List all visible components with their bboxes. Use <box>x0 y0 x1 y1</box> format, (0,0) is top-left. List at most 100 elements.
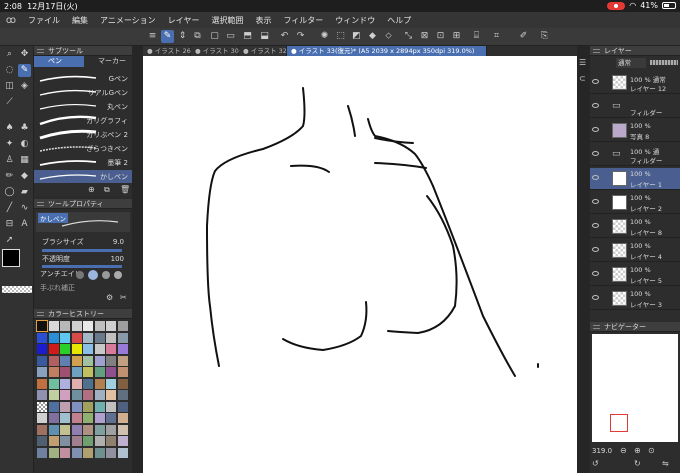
color-swatch[interactable] <box>37 378 47 389</box>
color-swatch[interactable] <box>83 321 93 331</box>
visibility-eye-icon[interactable] <box>592 247 599 252</box>
color-swatch[interactable] <box>48 447 59 458</box>
color-swatch[interactable] <box>106 344 116 354</box>
open-file-icon[interactable]: ▭ <box>224 30 237 43</box>
color-swatch[interactable] <box>37 367 47 377</box>
app-logo-icon[interactable]: ꝏ <box>0 15 22 26</box>
visibility-eye-icon[interactable] <box>592 271 599 276</box>
color-swatch[interactable] <box>117 332 128 343</box>
rotate-right-icon[interactable]: ↻ <box>634 459 641 468</box>
lasso-icon[interactable]: ◌ <box>3 64 16 77</box>
color-swatch[interactable] <box>71 321 82 331</box>
canvas[interactable] <box>143 46 577 473</box>
wrench-icon[interactable]: ✂ <box>120 293 127 302</box>
menu-view[interactable]: 表示 <box>249 15 277 26</box>
tab-marker[interactable]: マーカー <box>84 56 132 67</box>
transform-icon[interactable]: ⤡ <box>402 30 415 43</box>
color-swatch[interactable] <box>83 367 93 377</box>
visibility-eye-icon[interactable] <box>592 199 599 204</box>
color-swatch[interactable] <box>117 401 128 412</box>
line-icon[interactable]: ╱ <box>3 202 16 215</box>
antialias-strong-icon[interactable] <box>114 271 122 279</box>
layer-row[interactable]: 100 % レイヤー 8 <box>590 216 680 238</box>
circle-icon[interactable]: ◯ <box>3 186 16 199</box>
zoom-in-icon[interactable]: ⊕ <box>634 446 641 455</box>
color-swatch[interactable] <box>106 424 116 435</box>
color-swatch[interactable] <box>48 378 59 389</box>
copy-icon[interactable]: ⧉ <box>191 30 204 43</box>
zoom-out-icon[interactable]: ⊖ <box>620 446 627 455</box>
visibility-eye-icon[interactable] <box>592 223 599 228</box>
settings-gear-icon[interactable]: ⚙ <box>106 293 113 302</box>
color-swatch[interactable] <box>83 332 93 343</box>
color-swatch[interactable] <box>117 321 128 331</box>
color-swatch[interactable] <box>37 390 47 400</box>
flip-icon[interactable]: ⇋ <box>662 459 669 468</box>
color-swatch[interactable] <box>94 321 105 331</box>
figure-icon[interactable]: ♙ <box>3 154 16 167</box>
layer-tab-icon[interactable]: ☰ <box>579 58 586 67</box>
add-subtool-icon[interactable]: ⊕ <box>88 185 95 194</box>
color-swatch[interactable] <box>71 424 82 435</box>
color-swatch[interactable] <box>37 424 47 435</box>
layer-row[interactable]: 100 % レイヤー 3 <box>590 288 680 310</box>
color-swatch[interactable] <box>37 355 47 366</box>
color-swatch[interactable] <box>83 390 93 400</box>
color-swatch[interactable] <box>94 424 105 435</box>
color-swatch[interactable] <box>106 367 116 377</box>
bucket-icon[interactable]: ◈ <box>18 80 31 93</box>
color-swatch[interactable] <box>117 436 128 446</box>
marker-icon[interactable]: ✏ <box>3 170 16 183</box>
redo-icon[interactable]: ↷ <box>294 30 307 43</box>
color-swatch[interactable] <box>60 390 70 400</box>
brush-size-row[interactable]: ブラシサイズ 9.0 <box>36 237 130 248</box>
color-swatch[interactable] <box>106 436 116 446</box>
menu-layer[interactable]: レイヤー <box>162 15 206 26</box>
color-swatch[interactable] <box>117 413 128 423</box>
color-swatch[interactable] <box>94 413 105 423</box>
visibility-eye-icon[interactable] <box>592 103 599 108</box>
menu-edit[interactable]: 編集 <box>66 15 94 26</box>
layer-row[interactable]: 100 % 通常 レイヤー 12 <box>590 72 680 94</box>
clip-icon[interactable]: ⊂ <box>579 74 586 83</box>
color-swatch[interactable] <box>94 447 105 458</box>
doc-tab[interactable]: ● イラスト 30(復 <box>191 46 248 56</box>
color-swatch[interactable] <box>106 447 116 458</box>
ruler-icon[interactable]: ⌸ <box>470 30 483 43</box>
menu-selection[interactable]: 選択範囲 <box>205 15 249 26</box>
edit-icon[interactable]: ✐ <box>517 30 530 43</box>
export-icon[interactable]: ⬓ <box>258 30 271 43</box>
color-swatch[interactable] <box>71 436 82 446</box>
color-swatch[interactable] <box>117 355 128 366</box>
color-swatch[interactable] <box>60 401 70 412</box>
brush-item[interactable]: リアルGペン <box>34 86 132 99</box>
color-swatch[interactable] <box>48 390 59 400</box>
visibility-eye-icon[interactable] <box>592 175 599 180</box>
stabilization-row[interactable]: 手ぶれ補正 <box>36 283 130 294</box>
color-swatch[interactable] <box>94 367 105 377</box>
color-swatch[interactable] <box>48 413 59 423</box>
color-swatch[interactable] <box>83 355 93 366</box>
color-swatch[interactable] <box>48 344 59 354</box>
color-swatch[interactable] <box>106 401 116 412</box>
doc-tab[interactable]: ● イラスト 32(復 <box>239 46 296 56</box>
color-swatch[interactable] <box>60 378 70 389</box>
pen-mode-icon[interactable]: ✎ <box>161 30 174 43</box>
color-swatch[interactable] <box>48 401 59 412</box>
rotate-icon[interactable]: ⊞ <box>450 30 463 43</box>
color-swatch[interactable] <box>48 332 59 343</box>
scale-icon[interactable]: ⊡ <box>434 30 447 43</box>
color-swatch[interactable] <box>83 413 93 423</box>
grid-icon[interactable]: ▦ <box>18 154 31 167</box>
color-swatch[interactable] <box>37 332 47 343</box>
layer-row[interactable]: ▭ 100 % 通フィルダー <box>590 144 680 166</box>
delete-subtool-icon[interactable]: 🗑 <box>120 185 130 194</box>
color-swatch[interactable] <box>94 390 105 400</box>
color-swatch[interactable] <box>60 367 70 377</box>
quick-access-icon[interactable]: ⎘ <box>538 30 551 43</box>
color-swatch[interactable] <box>71 332 82 343</box>
layer-row[interactable]: 100 % 写真 8 <box>590 120 680 142</box>
color-swatch[interactable] <box>117 447 128 458</box>
color-swatch[interactable] <box>117 378 128 389</box>
brush-item[interactable]: ガリぶペン 2 <box>34 128 132 141</box>
